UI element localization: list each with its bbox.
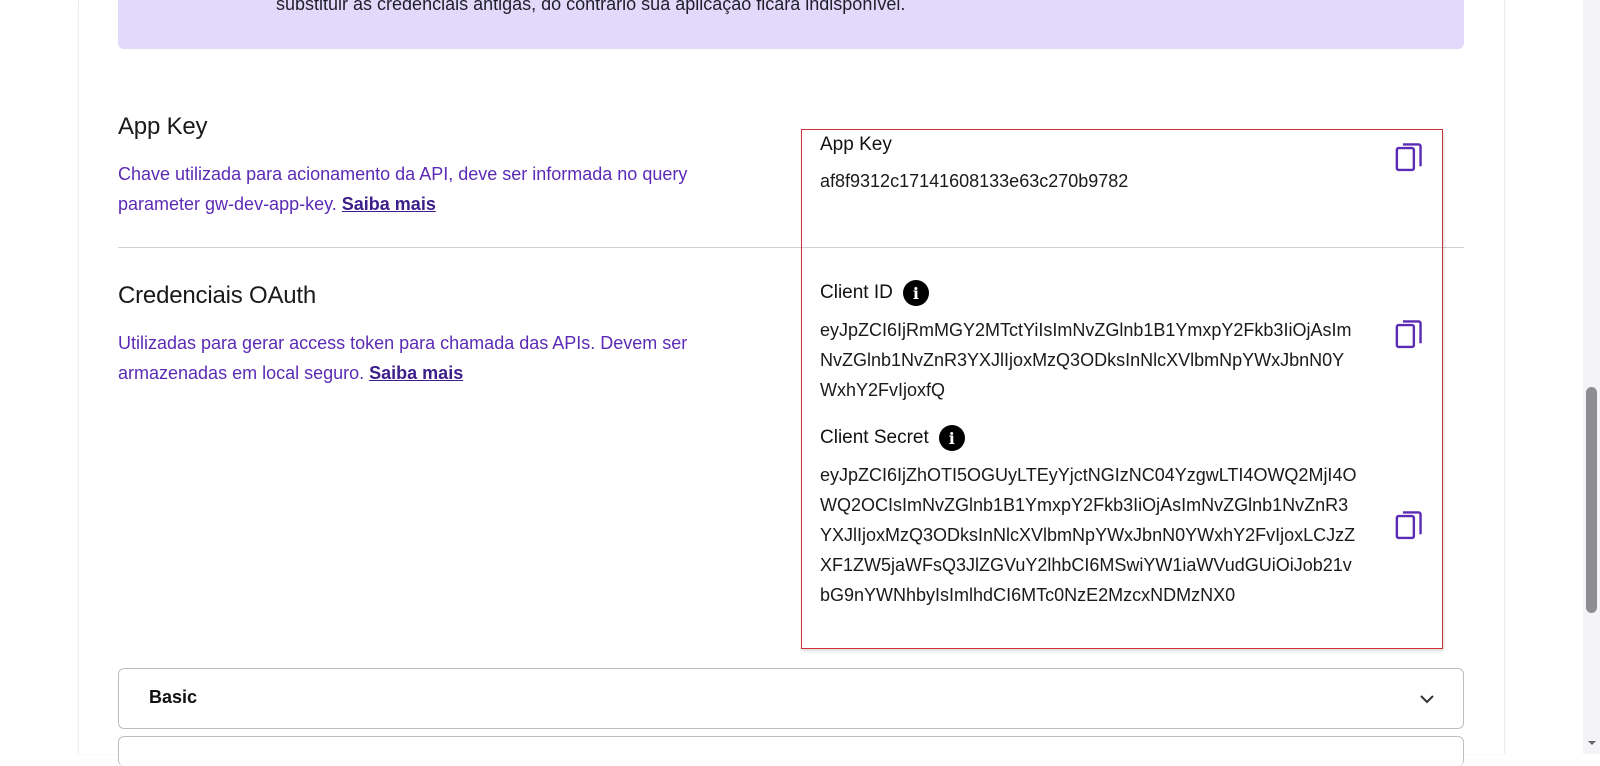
client-id-value: eyJpZCI6IjRmMGY2MTctYiIsImNvZGlnb1B1Ymxp… xyxy=(820,320,1352,400)
app-key-section-title: App Key xyxy=(118,113,208,140)
copy-app-key-button[interactable] xyxy=(1394,142,1424,176)
client-secret-field-label: Client Secret i xyxy=(820,425,965,451)
warning-banner-text: substituir as credenciais antigas, do co… xyxy=(276,0,906,14)
info-icon[interactable]: i xyxy=(902,280,929,306)
copy-client-id-button[interactable] xyxy=(1394,319,1424,353)
app-key-label-text: App Key xyxy=(820,134,892,155)
client-id-label-text: Client ID xyxy=(820,282,893,303)
oauth-saiba-mais-link[interactable]: Saiba mais xyxy=(369,363,463,383)
oauth-section-description: Utilizadas para gerar access token para … xyxy=(118,328,758,388)
copy-icon xyxy=(1395,143,1422,172)
copy-client-secret-button[interactable] xyxy=(1394,510,1424,544)
app-key-section-description: Chave utilizada para acionamento da API,… xyxy=(118,159,758,219)
scrollbar-track[interactable] xyxy=(1583,0,1600,754)
app-key-field-label: App Key xyxy=(820,134,892,156)
client-secret-label-text: Client Secret xyxy=(820,427,929,448)
scrollbar-thumb[interactable] xyxy=(1586,387,1597,613)
client-id-field-label: Client ID i xyxy=(820,280,929,306)
basic-accordion-label: Basic xyxy=(149,687,198,707)
app-key-value: af8f9312c17141608133e63c270b9782 xyxy=(820,171,1129,191)
info-icon[interactable]: i xyxy=(938,425,965,451)
oauth-section-title: Credenciais OAuth xyxy=(118,282,317,309)
next-accordion[interactable] xyxy=(118,736,1464,766)
chevron-down-icon xyxy=(1420,695,1434,704)
client-secret-value: eyJpZCI6IjZhOTI5OGUyLTEyYjctNGIzNC04Yzgw… xyxy=(820,465,1357,605)
copy-icon xyxy=(1395,511,1422,540)
scroll-down-arrow-icon[interactable] xyxy=(1587,738,1597,748)
copy-icon xyxy=(1395,320,1422,349)
app-key-saiba-mais-link[interactable]: Saiba mais xyxy=(342,194,436,214)
warning-banner: substituir as credenciais antigas, do co… xyxy=(118,0,1464,49)
basic-accordion[interactable]: Basic xyxy=(118,668,1464,729)
